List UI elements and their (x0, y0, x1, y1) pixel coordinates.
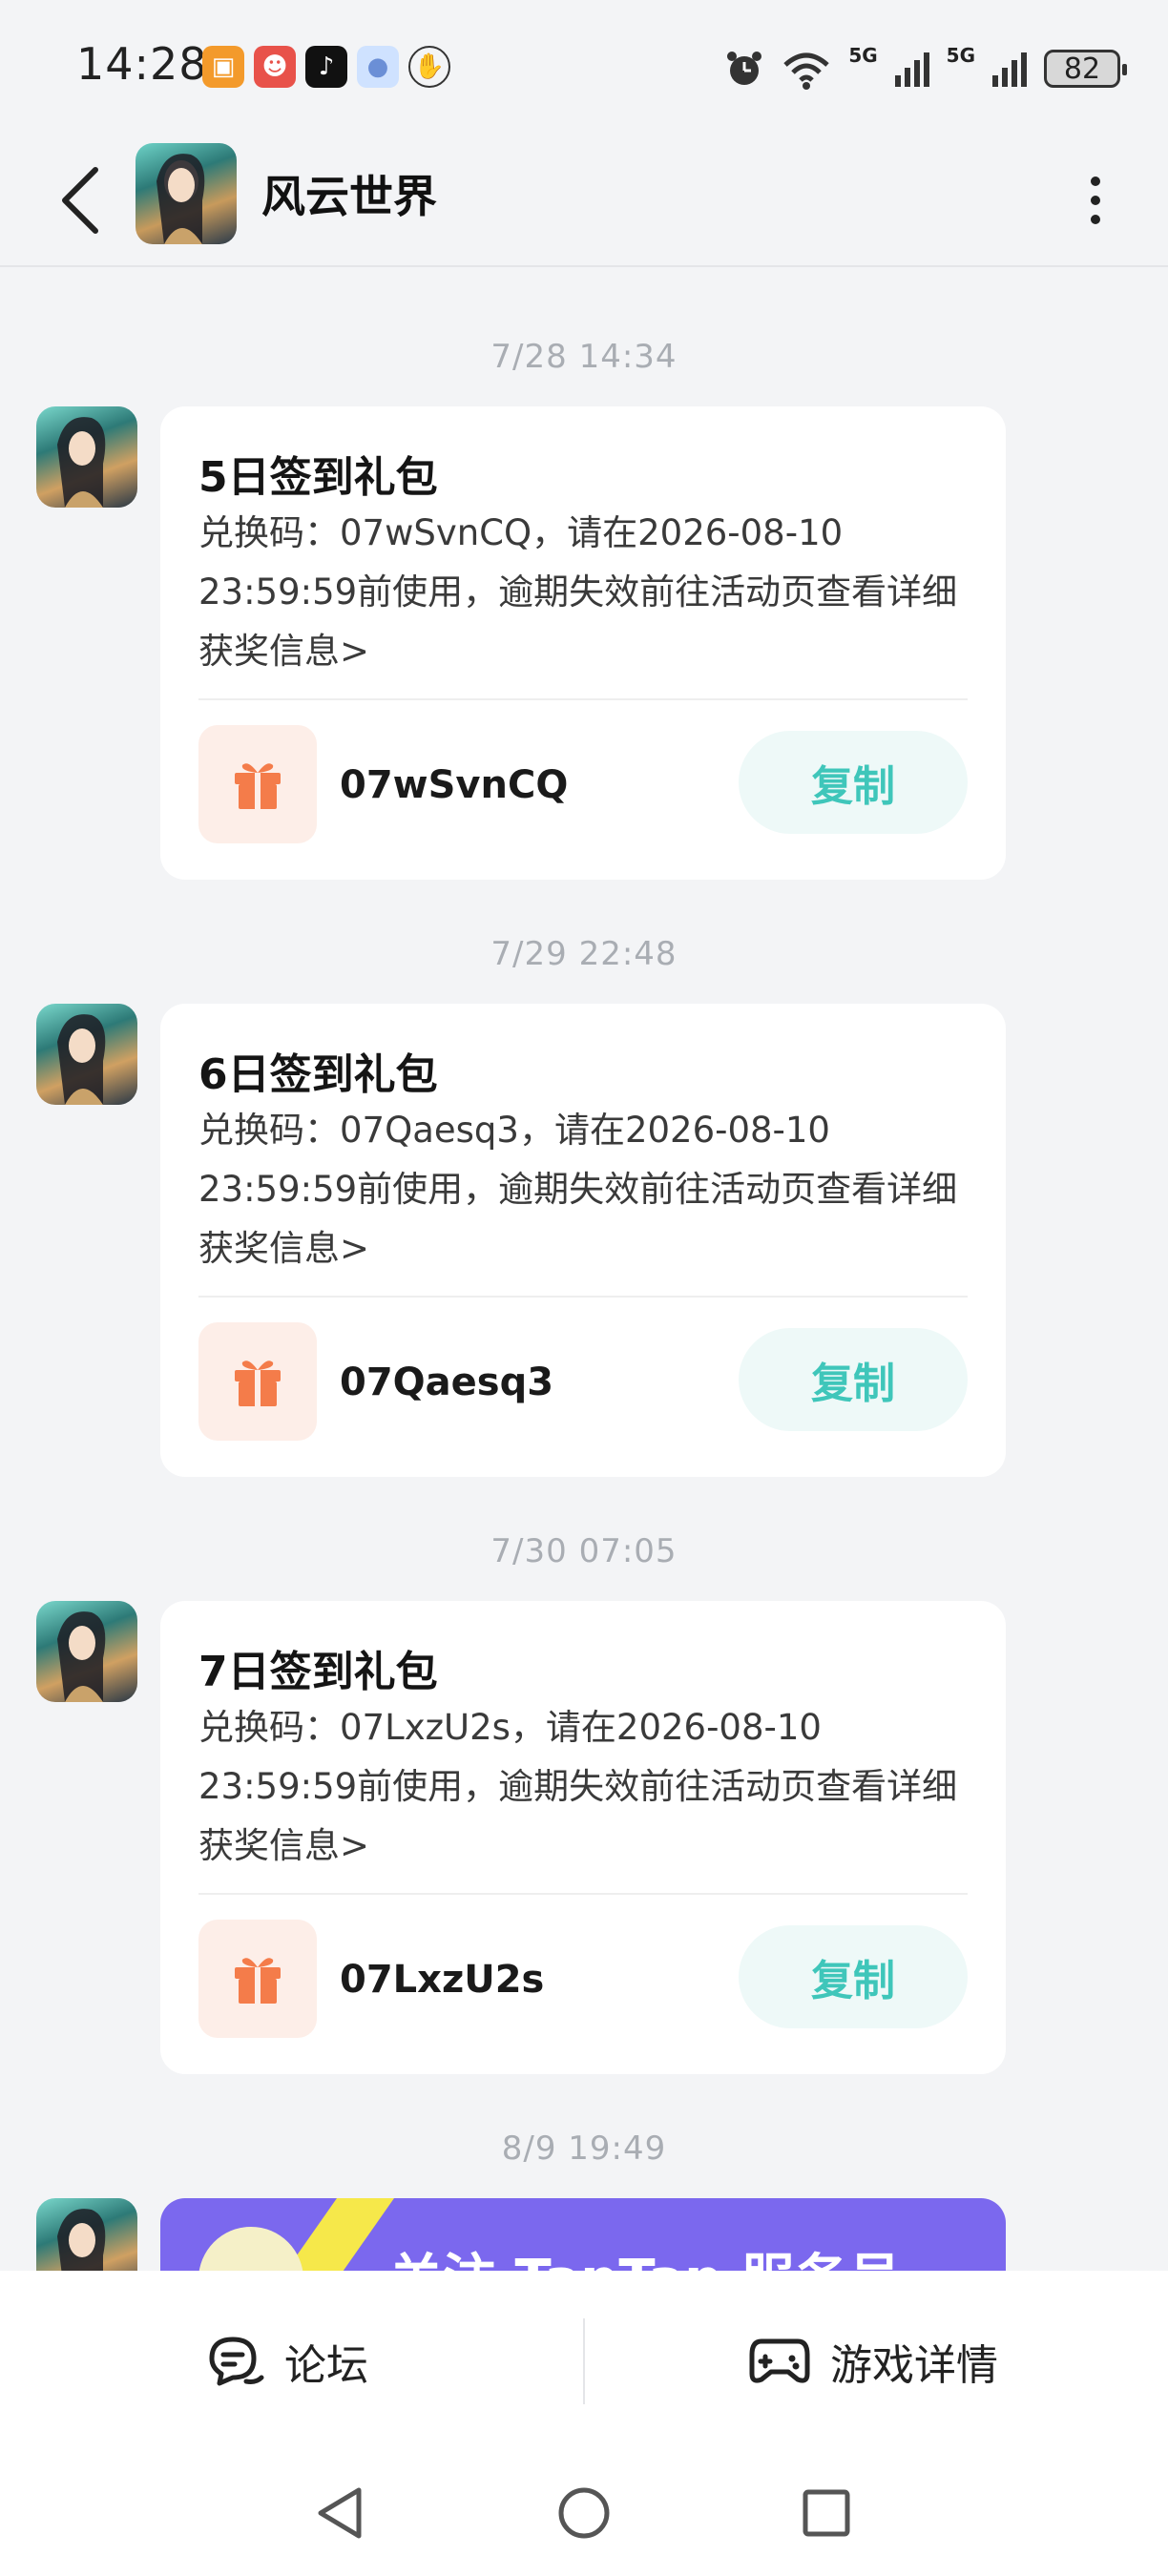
gift-code: 07Qaesq3 (340, 1361, 554, 1404)
sender-avatar[interactable] (36, 406, 137, 508)
gamepad-icon (749, 2338, 810, 2383)
message-list[interactable]: 7/28 14:34 5日签到礼包 兑换码：07wSvnCQ，请在2026-08… (0, 269, 1168, 2271)
nav-back-button[interactable] (300, 2473, 380, 2553)
gift-icon-box (198, 725, 317, 843)
bottom-action-bar: 论坛 游戏详情 (0, 2271, 1168, 2452)
card-title: 7日签到礼包 (198, 1648, 438, 1696)
divider (198, 1893, 968, 1895)
circle-home-icon (558, 2487, 610, 2539)
square-recents-icon (803, 2489, 850, 2537)
page-title: 风云世界 (261, 171, 437, 222)
forum-label: 论坛 (284, 2341, 368, 2390)
gift-icon (235, 1361, 281, 1406)
card-title: 5日签到礼包 (198, 453, 438, 502)
system-nav-bar (0, 2452, 1168, 2576)
battery-indicator: 82 (1044, 50, 1127, 88)
notification-icons: ▣ ☻ ♪ ● ✋ (202, 46, 450, 90)
nav-home-button[interactable] (544, 2473, 624, 2553)
copy-button[interactable]: 复制 (739, 1925, 968, 2028)
status-indicators: 5G 5G 82 (724, 42, 1127, 95)
signal-label-2: 5G (946, 44, 975, 67)
sender-avatar[interactable] (36, 1004, 137, 1105)
gift-message-card: 5日签到礼包 兑换码：07wSvnCQ，请在2026-08-10 23:59:5… (160, 406, 1006, 880)
chat-header: 风云世界 (0, 134, 1168, 267)
gift-code: 07wSvnCQ (340, 763, 569, 807)
signal-icon (894, 52, 929, 87)
promo-mascot-icon (198, 2227, 303, 2271)
character-portrait-icon (57, 1014, 106, 1105)
gift-icon-box (198, 1322, 317, 1441)
forum-button[interactable]: 论坛 (206, 2271, 368, 2452)
app-icon-orange: ▣ (202, 46, 244, 88)
more-vertical-icon (1091, 177, 1100, 186)
message-timestamp: 7/28 14:34 (490, 338, 678, 376)
character-portrait-icon (57, 2209, 106, 2271)
gift-message-card: 7日签到礼包 兑换码：07LxzU2s，请在2026-08-10 23:59:5… (160, 1601, 1006, 2074)
signal-label-1: 5G (848, 44, 878, 67)
message-timestamp: 8/9 19:49 (501, 2129, 667, 2168)
sender-avatar[interactable] (36, 2198, 137, 2271)
card-body[interactable]: 兑换码：07LxzU2s，请在2026-08-10 23:59:59前使用，逾期… (198, 1698, 962, 1876)
triangle-back-icon (318, 2487, 362, 2539)
divider (198, 1296, 968, 1298)
card-body[interactable]: 兑换码：07Qaesq3，请在2026-08-10 23:59:59前使用，逾期… (198, 1101, 962, 1278)
copy-button[interactable]: 复制 (739, 731, 968, 834)
gift-icon-box (198, 1920, 317, 2038)
game-detail-button[interactable]: 游戏详情 (748, 2271, 998, 2452)
divider (198, 698, 968, 700)
more-options-button[interactable] (1061, 158, 1130, 242)
gift-icon (235, 763, 281, 809)
sender-avatar[interactable] (36, 1601, 137, 1702)
gift-message-card: 6日签到礼包 兑换码：07Qaesq3，请在2026-08-10 23:59:5… (160, 1004, 1006, 1477)
divider (583, 2318, 585, 2404)
alarm-icon (727, 52, 762, 85)
card-title: 6日签到礼包 (198, 1050, 438, 1099)
game-avatar[interactable] (136, 143, 237, 244)
chat-bot-icon: ● (357, 46, 399, 88)
app-icon-clown: ☻ (254, 46, 296, 88)
back-button[interactable] (46, 158, 115, 242)
chevron-left-icon (62, 167, 98, 234)
signal-icon (992, 52, 1027, 87)
status-bar: 14:28 ▣ ☻ ♪ ● ✋ 5G 5G 82 (0, 0, 1168, 134)
status-time: 14:28 (76, 38, 208, 90)
card-body[interactable]: 兑换码：07wSvnCQ，请在2026-08-10 23:59:59前使用，逾期… (198, 504, 962, 681)
copy-button[interactable]: 复制 (739, 1328, 968, 1431)
game-detail-label: 游戏详情 (830, 2341, 998, 2390)
character-portrait-icon (156, 154, 205, 244)
promo-banner-text: 关注 TapTap 服务号 (389, 2236, 902, 2271)
message-timestamp: 7/30 07:05 (490, 1532, 678, 1570)
gift-icon (235, 1958, 281, 2004)
forum-chat-icon (209, 2337, 264, 2386)
tiktok-icon: ♪ (305, 46, 347, 88)
wifi-icon (783, 52, 829, 90)
nav-recents-button[interactable] (786, 2473, 866, 2553)
shield-hand-icon: ✋ (408, 46, 450, 88)
character-portrait-icon (57, 1611, 106, 1702)
message-timestamp: 7/29 22:48 (490, 935, 678, 973)
character-portrait-icon (57, 417, 106, 508)
promo-banner-card[interactable]: 关注 TapTap 服务号 (160, 2198, 1006, 2271)
gift-code: 07LxzU2s (340, 1958, 545, 2002)
